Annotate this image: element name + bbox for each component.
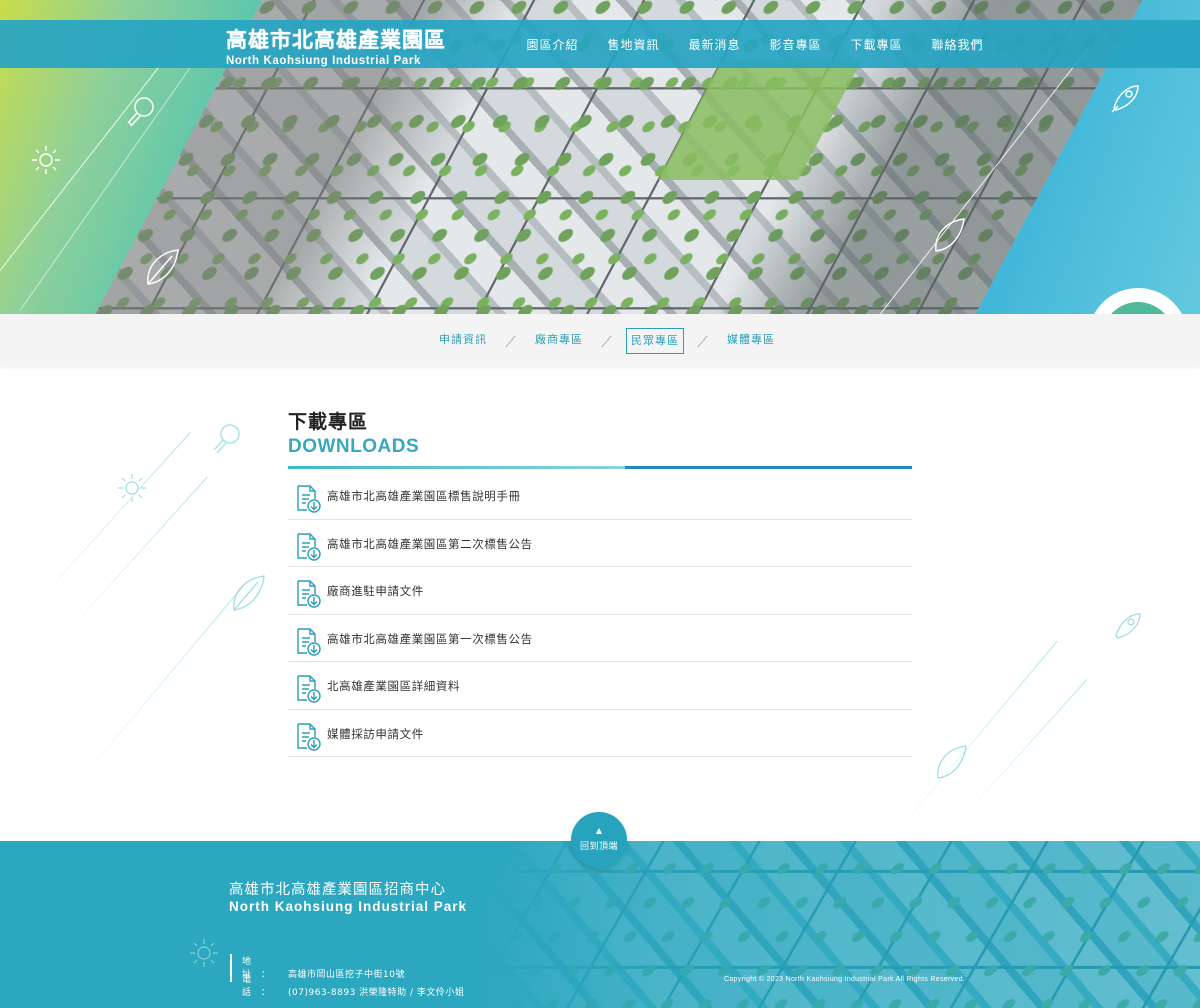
back-to-top-button[interactable]: ▲ 回到頂端 <box>571 812 627 868</box>
page-title: 下載專區 <box>288 411 369 433</box>
download-list: 高雄市北高雄產業園區標售說明手冊 高雄市北高雄產業園區第二次標售公告 廠商進駐申… <box>288 472 912 757</box>
sun-icon <box>118 474 146 502</box>
sun-icon <box>32 146 60 174</box>
download-item-label: 高雄市北高雄產業園區第二次標售公告 <box>327 536 533 551</box>
download-item[interactable]: 高雄市北高雄產業園區標售說明手冊 <box>288 472 912 520</box>
leaf-icon <box>147 249 179 285</box>
lightbulb-icon <box>127 97 154 127</box>
subnav-tab-application[interactable]: 申請資訊 <box>434 328 492 354</box>
footer-divider <box>230 954 232 982</box>
download-item[interactable]: 高雄市北高雄產業園區第二次標售公告 <box>288 520 912 567</box>
lightbulb-icon <box>213 424 240 454</box>
footer-org-name: 高雄市北高雄產業園區招商中心 <box>229 882 446 898</box>
rocket-icon <box>1115 613 1141 639</box>
download-item[interactable]: 北高雄產業園區詳細資料 <box>288 662 912 710</box>
download-item-label: 媒體採訪申請文件 <box>327 726 424 741</box>
file-download-icon <box>297 722 321 751</box>
leaf-icon <box>233 575 265 611</box>
title-underline <box>288 466 912 469</box>
file-download-icon <box>297 485 321 513</box>
logo-text-zh: 高雄市北高雄產業園區 <box>226 28 446 52</box>
download-item-label: 北高雄產業園區詳細資料 <box>327 679 461 693</box>
rocket-icon <box>1111 85 1139 113</box>
file-download-icon <box>297 532 321 561</box>
phone-value[interactable]: (07)963-8893 洪榮隆特助 / 李文伶小姐 <box>288 988 464 998</box>
sun-icon <box>190 939 218 967</box>
nav-item-park-intro[interactable]: 園區介紹 <box>512 20 593 68</box>
nav-item-land-sale[interactable]: 售地資訊 <box>593 20 674 68</box>
download-item[interactable]: 廠商進駐申請文件 <box>288 567 912 615</box>
nav-item-media[interactable]: 影音專區 <box>755 20 836 68</box>
subnav-divider <box>696 334 710 348</box>
leaf-icon <box>935 218 965 252</box>
nav-item-news[interactable]: 最新消息 <box>674 20 755 68</box>
subnav-tab-vendors[interactable]: 廠商專區 <box>530 328 588 354</box>
file-download-icon <box>297 627 321 656</box>
decor-line <box>79 581 248 781</box>
download-item[interactable]: 高雄市北高雄產業園區第一次標售公告 <box>288 615 912 662</box>
file-download-icon <box>297 675 321 703</box>
subnav-divider <box>600 334 614 348</box>
decor-line <box>959 678 1088 821</box>
footer-phone: 電 話 ： (07)963-8893 洪榮隆特助 / 李文伶小姐 <box>242 972 464 998</box>
copyright-text: Copyright © 2023 North Kaohsiung Industr… <box>724 976 966 983</box>
leaf-icon <box>937 745 967 779</box>
logo-text-en: North Kaohsiung Industrial Park <box>226 55 421 67</box>
page-title-en: DOWNLOADS <box>288 436 420 457</box>
nav-item-contact[interactable]: 聯絡我們 <box>917 20 998 68</box>
download-item-label: 廠商進駐申請文件 <box>327 584 424 598</box>
file-download-icon <box>297 580 321 608</box>
nav-item-downloads[interactable]: 下載專區 <box>836 20 917 68</box>
footer-org-name-en: North Kaohsiung Industrial Park <box>229 899 468 914</box>
phone-label: 電 話 ： <box>242 975 271 998</box>
site-logo[interactable]: 高雄市北高雄產業園區 North Kaohsiung Industrial Pa… <box>226 24 446 67</box>
download-item-label: 高雄市北高雄產業園區標售說明手冊 <box>327 489 521 503</box>
hero-circle-badge <box>1088 288 1188 314</box>
subnav-divider <box>504 334 518 348</box>
arrow-up-icon: ▲ <box>595 826 603 835</box>
header-bar: 高雄市北高雄產業園區 North Kaohsiung Industrial Pa… <box>0 20 1200 68</box>
subnav-tab-press[interactable]: 媒體專區 <box>722 328 780 354</box>
download-item[interactable]: 媒體採訪申請文件 <box>288 710 912 757</box>
back-to-top-label: 回到頂端 <box>579 842 618 852</box>
main-nav: 園區介紹 售地資訊 最新消息 影音專區 下載專區 聯絡我們 <box>512 20 998 68</box>
subnav-tab-public[interactable]: 民眾專區 <box>626 328 684 354</box>
download-item-label: 高雄市北高雄產業園區第一次標售公告 <box>327 631 533 646</box>
sub-nav: 申請資訊 廠商專區 民眾專區 媒體專區 <box>0 314 1200 366</box>
